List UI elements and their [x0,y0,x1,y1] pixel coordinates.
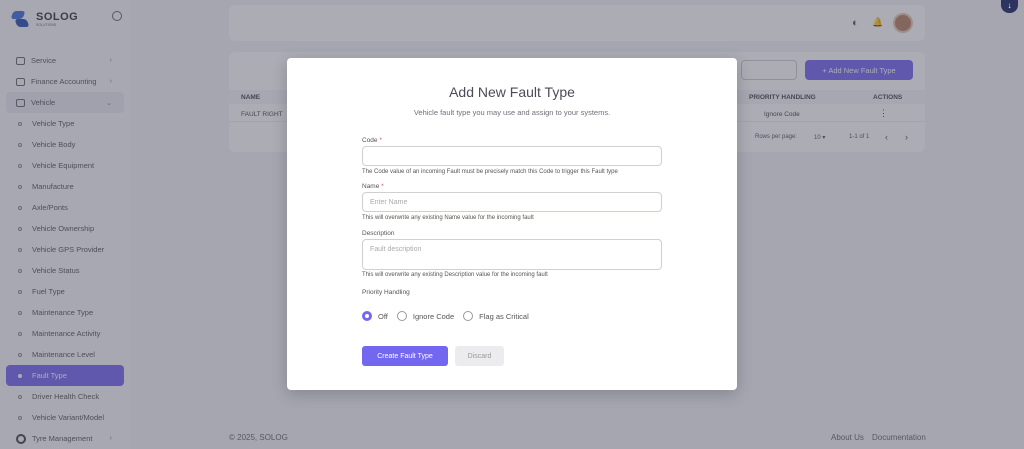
code-hint: The Code value of an incoming Fault must… [362,169,618,175]
modal-title: Add New Fault Type [449,84,575,100]
code-label: Code * [362,137,382,144]
create-fault-type-button[interactable]: Create Fault Type [362,346,448,366]
name-label: Name * [362,183,384,190]
name-hint: This will overwrite any existing Name va… [362,215,534,221]
add-fault-type-modal: Add New Fault Type Vehicle fault type yo… [287,58,737,390]
priority-off-label[interactable]: Off [378,312,388,321]
priority-flag-critical-radio[interactable] [463,311,474,321]
priority-ignore-code-label[interactable]: Ignore Code [413,312,454,321]
priority-flag-critical-label[interactable]: Flag as Critical [479,312,529,321]
name-input[interactable]: Enter Name [362,192,662,212]
discard-button[interactable]: Discard [455,346,504,366]
code-input[interactable] [362,146,662,166]
modal-subtitle: Vehicle fault type you may use and assig… [413,108,611,117]
priority-radio-group: Off Ignore Code Flag as Critical [362,310,538,322]
description-textarea[interactable]: Fault description [362,239,662,270]
priority-ignore-code-radio[interactable] [396,311,407,321]
priority-off-radio[interactable] [362,311,372,321]
description-label: Description [362,230,395,237]
description-hint: This will overwrite any existing Descrip… [362,272,548,278]
priority-handling-label: Priority Handling [362,289,410,296]
